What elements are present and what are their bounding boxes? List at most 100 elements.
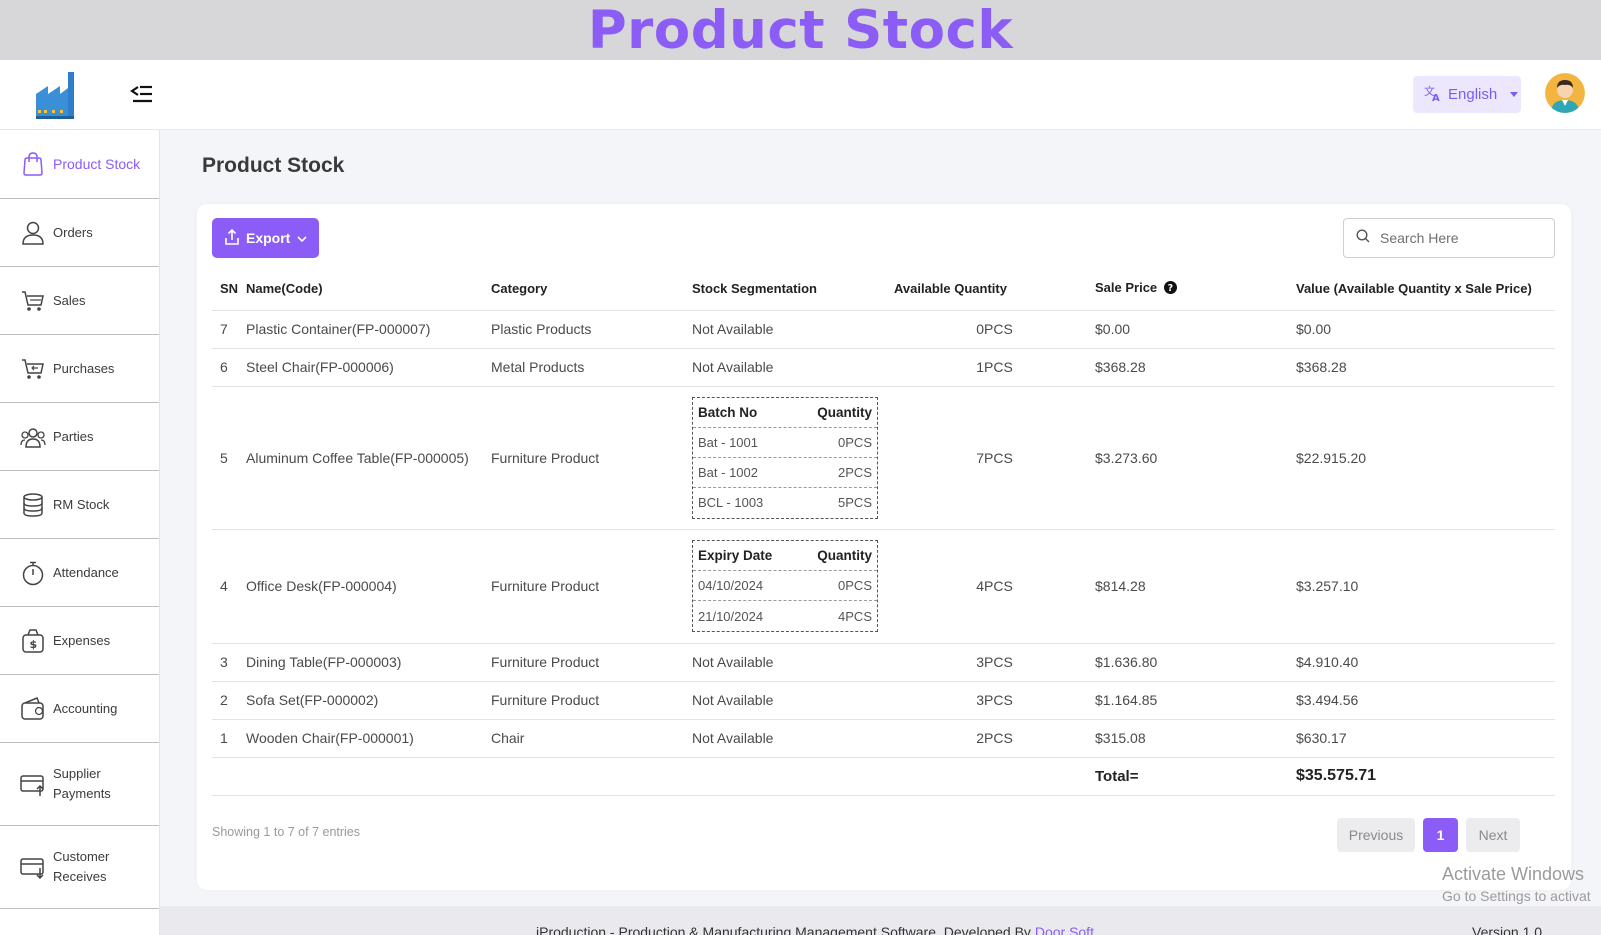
cell-category: Furniture Product [491,529,692,644]
sidebar-item-supplier-payments[interactable]: Supplier Payments [0,743,159,826]
seg-header-quantity: Quantity [817,404,872,420]
language-label: English [1448,86,1498,103]
sidebar-item-purchases[interactable]: Purchases [0,335,159,403]
seg-qty: 2PCS [838,464,872,480]
caret-down-icon [1510,92,1519,97]
cell-value: $4.910.40 [1296,643,1555,682]
export-label: Export [246,230,291,246]
language-dropdown[interactable]: 文 A English [1413,76,1521,113]
cell-sn: 5 [212,386,246,530]
footer-developer-link[interactable]: Door Soft [1035,924,1094,935]
cell-sn: 2 [212,681,246,720]
cell-sale-price: $0.00 [1095,310,1296,349]
seg-batch: Bat - 1001 [698,434,758,450]
group-icon [20,424,46,450]
seg-date: 21/10/2024 [698,608,764,624]
seg-header-expiry-date: Expiry Date [698,548,773,563]
sidebar-item-rm-stock[interactable]: RM Stock [0,471,159,539]
cart-return-icon [20,356,46,382]
help-circle-icon[interactable]: ? [1163,281,1177,297]
page-1-button[interactable]: 1 [1423,818,1458,852]
seg-row: 21/10/2024 4PCS [693,601,877,631]
user-avatar[interactable] [1545,73,1585,113]
cell-name: Steel Chair(FP-000006) [246,348,491,387]
search-icon [1356,228,1370,248]
sidebar-label-product-stock: Product Stock [53,156,141,172]
menu-collapse-icon[interactable] [130,82,156,108]
cell-available: 3PCS [894,681,1095,720]
next-page-button[interactable]: Next [1466,818,1520,852]
cell-available: 7PCS [894,386,1095,530]
cell-category: Metal Products [491,348,692,387]
sidebar-item-product-stock[interactable]: Product Stock [0,130,159,199]
table-header-row: SN Name(Code) Category Stock Segmentatio… [212,268,1555,311]
sidebar-item-parties[interactable]: Parties [0,403,159,471]
title-banner: Product Stock [0,0,1601,61]
table-row: 1 Wooden Chair(FP-000001) Chair Not Avai… [212,719,1555,758]
cell-name: Wooden Chair(FP-000001) [246,719,491,758]
chevron-down-icon [297,230,307,246]
cell-category: Plastic Products [491,310,692,349]
svg-text:?: ? [1167,283,1173,294]
cell-sale-price: $814.28 [1095,529,1296,644]
footer-version: Version 1.0 [1472,924,1543,935]
export-button[interactable]: Export [212,218,319,258]
table-row: 2 Sofa Set(FP-000002) Furniture Product … [212,681,1555,720]
cell-sn: 1 [212,719,246,758]
seg-qty: 4PCS [838,608,872,624]
cell-name: Office Desk(FP-000004) [246,529,491,644]
search-box[interactable] [1343,218,1555,258]
col-header-available[interactable]: Available Quantity [894,268,1095,311]
sidebar-label-rm-stock: RM Stock [53,496,110,512]
col-header-sn[interactable]: SN [212,268,246,311]
cell-sn: 4 [212,529,246,644]
sidebar-label-orders: Orders [53,224,93,240]
factory-logo-icon[interactable] [34,70,84,120]
top-navbar: 文 A English [0,60,1601,130]
sidebar-item-customer-receives[interactable]: Customer Receives [0,826,159,909]
sidebar-label-accounting: Accounting [53,700,118,716]
cell-available: 0PCS [894,310,1095,349]
col-header-value[interactable]: Value (Available Quantity x Sale Price) [1296,268,1555,311]
cell-sn: 3 [212,643,246,682]
sidebar-item-sales[interactable]: Sales [0,267,159,335]
cell-value: $22.915.20 [1296,386,1555,530]
cell-available: 2PCS [894,719,1095,758]
total-value: $35.575.71 [1296,757,1555,796]
table-row: 5 Aluminum Coffee Table(FP-000005) Furni… [212,386,1555,530]
col-header-sale-price: Sale Price [1095,280,1158,296]
seg-qty: 5PCS [838,495,872,510]
sidebar-item-attendance[interactable]: Attendance [0,539,159,607]
table-row: 6 Steel Chair(FP-000006) Metal Products … [212,348,1555,387]
footer: iProduction - Production & Manufacturing… [160,906,1601,935]
cell-segmentation: Not Available [692,348,894,387]
previous-page-button[interactable]: Previous [1337,818,1415,852]
cell-value: $3.494.56 [1296,681,1555,720]
sidebar-label-expenses: Expenses [53,632,111,648]
banner-title: Product Stock [587,0,1014,61]
sidebar-item-expenses[interactable]: $ Expenses [0,607,159,675]
cell-category: Furniture Product [491,643,692,682]
seg-header-quantity: Quantity [817,548,872,563]
sidebar-item-accounting[interactable]: Accounting [0,675,159,743]
pagination: Previous 1 Next [1337,818,1520,852]
sidebar-label-sales: Sales [53,292,86,308]
payment-up-icon [20,771,46,797]
seg-row: Bat - 1001 0PCS [693,428,877,458]
col-header-category[interactable]: Category [491,268,692,311]
seg-header-batch-no: Batch No [698,404,758,420]
product-stock-table: SN Name(Code) Category Stock Segmentatio… [212,268,1555,796]
col-header-sale-price-cell[interactable]: Sale Price ? [1095,268,1296,311]
sidebar-label-purchases: Purchases [53,360,115,376]
seg-date: 04/10/2024 [698,578,764,593]
cell-name: Aluminum Coffee Table(FP-000005) [246,386,491,530]
cell-name: Plastic Container(FP-000007) [246,310,491,349]
cell-value: $630.17 [1296,719,1555,758]
watermark-line-1: Activate Windows [1442,864,1585,884]
cell-available: 3PCS [894,643,1095,682]
col-header-name[interactable]: Name(Code) [246,268,491,311]
col-header-segmentation[interactable]: Stock Segmentation [692,268,894,311]
search-input[interactable] [1380,230,1540,246]
sidebar-item-orders[interactable]: Orders [0,199,159,267]
seg-row: BCL - 1003 5PCS [693,488,877,518]
